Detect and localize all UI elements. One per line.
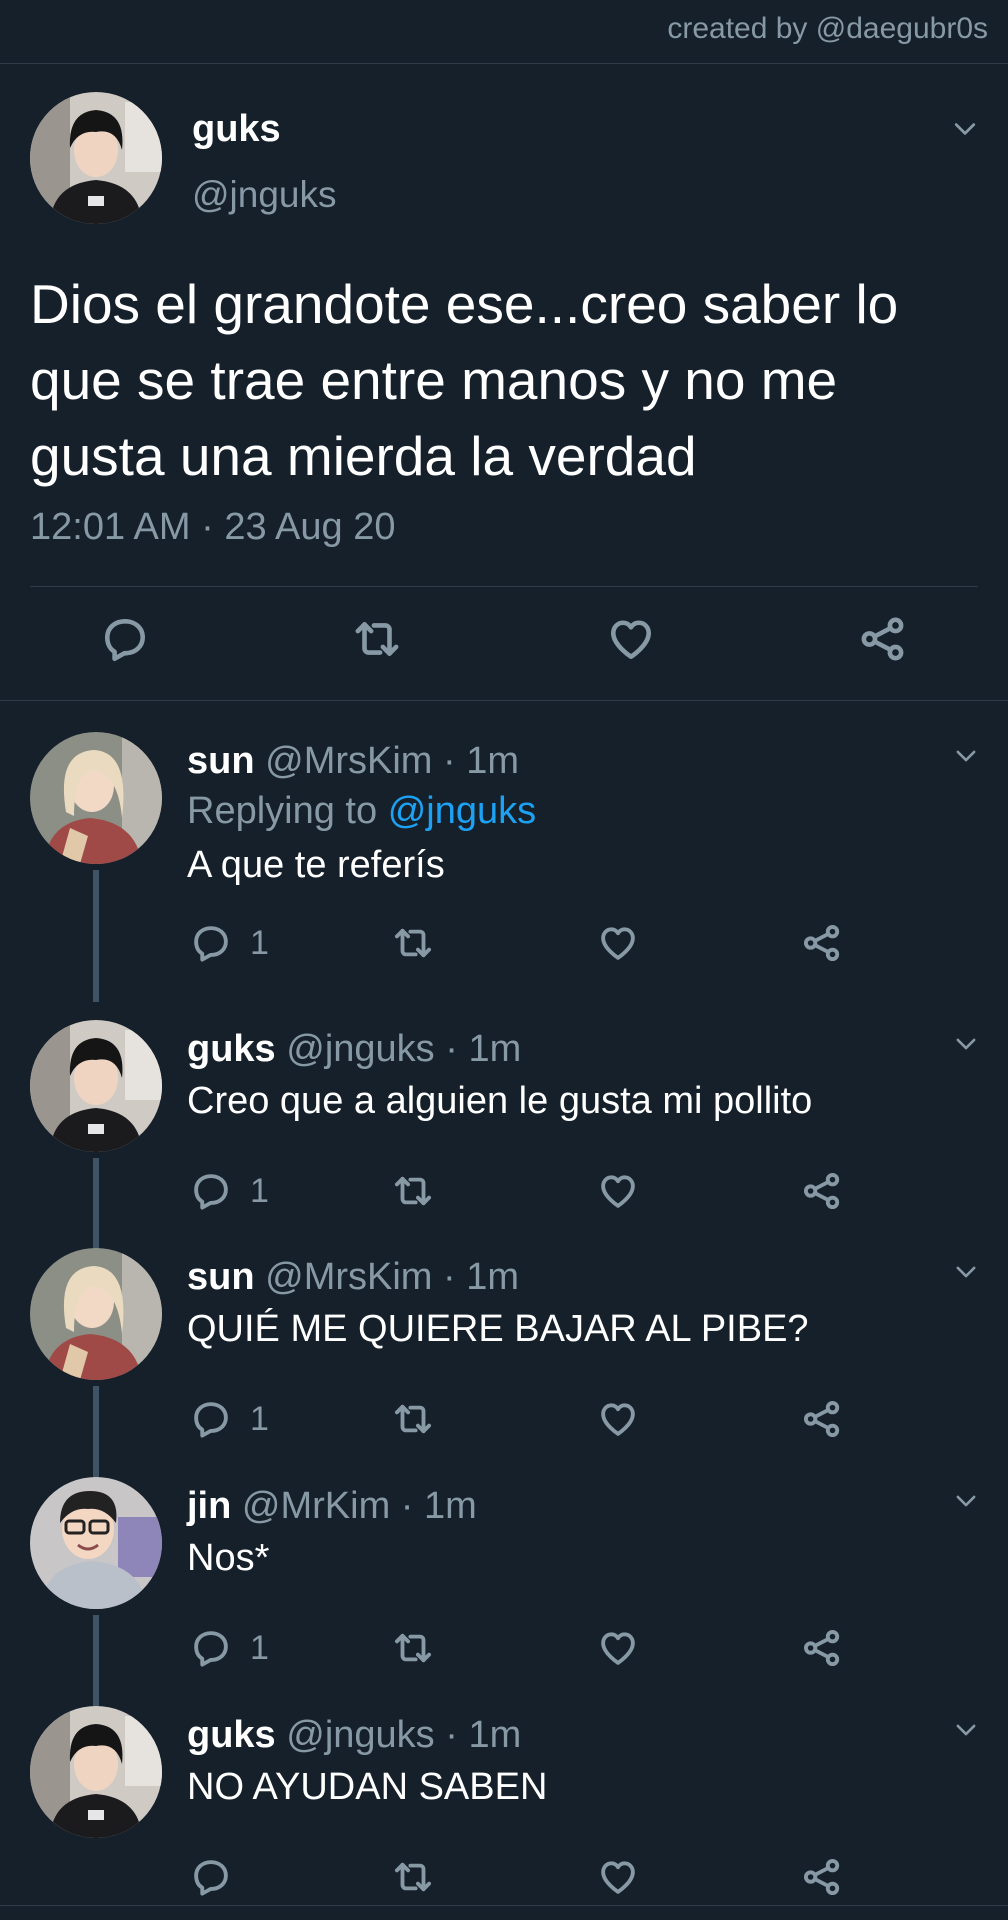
like-icon[interactable] [597,1398,639,1440]
avatar[interactable] [30,1020,162,1152]
share-icon[interactable] [801,922,843,964]
reply-header: guks @jnguks · 1m [187,1028,521,1071]
reply-count: 1 [250,924,269,962]
author-name[interactable]: sun [187,1256,255,1298]
divider [30,586,978,587]
author-name[interactable]: guks [187,1714,276,1756]
mention-link[interactable]: @jnguks [388,790,536,832]
share-icon[interactable] [801,1856,843,1898]
reply-count: 1 [250,1400,269,1438]
chevron-down-icon[interactable] [952,1487,980,1515]
avatar[interactable] [30,1706,162,1838]
reply-count: 1 [250,1172,269,1210]
tweet-timestamp: 12:01 AM · 23 Aug 20 [30,506,396,548]
divider [0,1905,1008,1906]
author-name[interactable]: sun [187,740,255,782]
author-handle[interactable]: @jnguks · 1m [286,1028,521,1070]
author-name[interactable]: guks [192,108,281,151]
reply-header: sun @MrsKim · 1m [187,1256,519,1299]
share-icon[interactable] [858,614,908,664]
thread-line [93,870,99,1002]
replying-to: Replying to @jnguks [187,790,536,833]
chevron-down-icon[interactable] [950,114,980,144]
watermark: created by @daegubr0s [667,12,988,45]
chevron-down-icon[interactable] [952,1030,980,1058]
reply-icon[interactable] [190,1627,232,1669]
reply-tweet[interactable]: jin @MrKim · 1m Nos* 1 [0,1477,1008,1715]
avatar[interactable] [30,1477,162,1609]
chevron-down-icon[interactable] [952,742,980,770]
reply-count: 1 [250,1629,269,1667]
thread-line [93,1615,99,1715]
author-handle[interactable]: @jnguks · 1m [286,1714,521,1756]
author-name[interactable]: guks [187,1028,276,1070]
reply-header: guks @jnguks · 1m [187,1714,521,1757]
like-icon[interactable] [597,922,639,964]
replying-label: Replying to [187,790,378,832]
share-icon[interactable] [801,1627,843,1669]
main-tweet: guks @jnguks Dios el grandote ese...creo… [0,64,1008,700]
share-icon[interactable] [801,1170,843,1212]
reply-icon[interactable] [190,1398,232,1440]
retweet-icon[interactable] [392,922,434,964]
reply-tweet[interactable]: guks @jnguks · 1m NO AYUDAN SABEN [0,1706,1008,1906]
chevron-down-icon[interactable] [952,1258,980,1286]
divider [0,700,1008,701]
reply-header: jin @MrKim · 1m [187,1485,477,1528]
reply-icon[interactable] [190,1856,232,1898]
reply-header: sun @MrsKim · 1m [187,740,519,783]
share-icon[interactable] [801,1398,843,1440]
avatar[interactable] [30,732,162,864]
author-handle[interactable]: @MrKim · 1m [242,1485,477,1527]
tweet-text: Dios el grandote ese...creo saber lo que… [30,273,899,487]
reply-icon[interactable] [190,1170,232,1212]
thread-line [93,1158,99,1260]
retweet-icon[interactable] [392,1170,434,1212]
like-icon[interactable] [597,1627,639,1669]
chevron-down-icon[interactable] [952,1716,980,1744]
thread-line [93,1386,99,1488]
reply-tweet[interactable]: sun @MrsKim · 1m Replying to @jnguks A q… [0,732,1008,1002]
reply-tweet[interactable]: sun @MrsKim · 1m QUIÉ ME QUIERE BAJAR AL… [0,1248,1008,1488]
reply-tweet[interactable]: guks @jnguks · 1m Creo que a alguien le … [0,1020,1008,1260]
retweet-icon[interactable] [392,1627,434,1669]
retweet-icon[interactable] [392,1856,434,1898]
reply-icon[interactable] [190,922,232,964]
retweet-icon[interactable] [352,614,402,664]
like-icon[interactable] [597,1170,639,1212]
author-handle[interactable]: @jnguks [192,174,337,216]
like-icon[interactable] [597,1856,639,1898]
reply-text: Creo que a alguien le gusta mi pollito [187,1080,813,1122]
reply-icon[interactable] [100,614,150,664]
reply-text: A que te referís [187,844,445,886]
reply-text: QUIÉ ME QUIERE BAJAR AL PIBE? [187,1308,809,1350]
author-handle[interactable]: @MrsKim · 1m [265,740,519,782]
author-handle[interactable]: @MrsKim · 1m [265,1256,519,1298]
reply-text: Nos* [187,1537,270,1579]
author-name[interactable]: jin [187,1485,231,1527]
avatar[interactable] [30,1248,162,1380]
tweet-actions [0,614,1008,674]
like-icon[interactable] [606,614,656,664]
reply-text: NO AYUDAN SABEN [187,1766,548,1808]
retweet-icon[interactable] [392,1398,434,1440]
avatar[interactable] [30,92,162,224]
